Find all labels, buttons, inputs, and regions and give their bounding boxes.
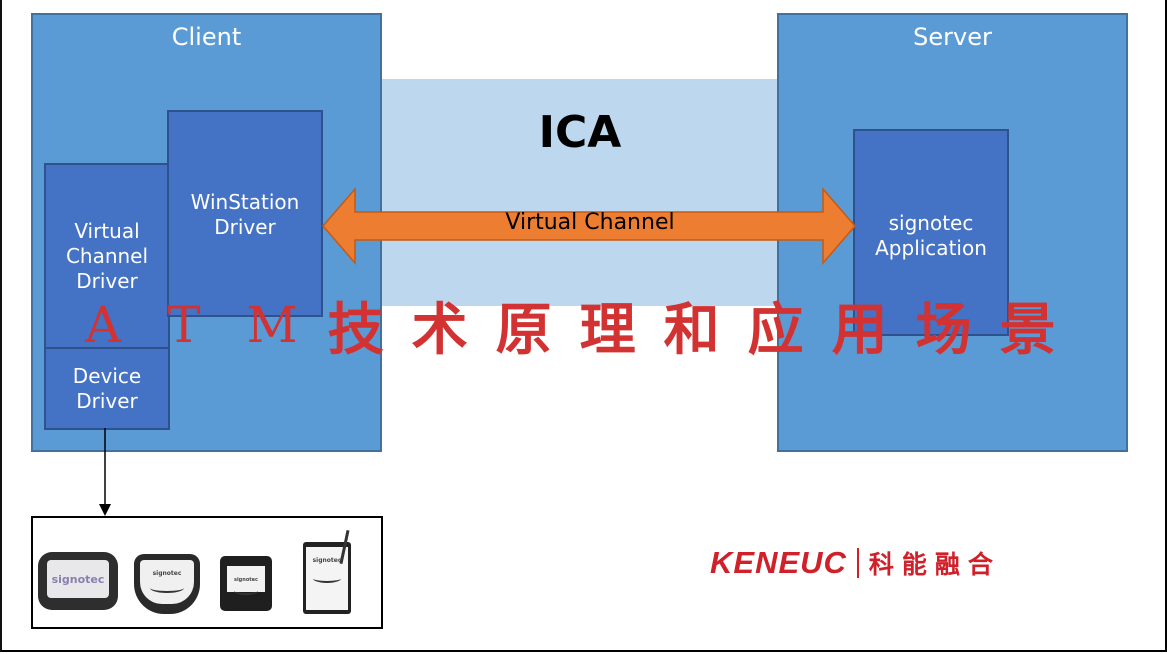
signotec-application-label: signotec Application xyxy=(875,211,987,260)
signature-tablet-device-4: signotec xyxy=(303,530,351,614)
virtual-channel-label-container: Virtual Channel xyxy=(320,0,860,260)
winstation-driver-box: WinStation Driver xyxy=(167,110,323,317)
overlay-title-char: 原 xyxy=(495,297,552,363)
overlay-title: A T M 技 术 原 理 和 应 用 场 景 xyxy=(85,290,1135,363)
signature-scribble-icon xyxy=(150,583,184,593)
overlay-title-char: 应 xyxy=(747,297,804,363)
signature-pad-device-3: signotec xyxy=(220,556,272,611)
virtual-channel-driver-label: Virtual Channel Driver xyxy=(65,219,149,293)
overlay-title-letter: A xyxy=(85,296,122,354)
device-brand-text: signotec xyxy=(152,570,182,577)
signature-pad-device-1: signotec xyxy=(38,552,118,610)
logo-chinese-text: 科能融合 xyxy=(868,550,1001,579)
overlay-title-letter: M xyxy=(246,296,298,354)
overlay-title-char: 理 xyxy=(579,297,636,363)
signature-pad-device-2: signotec xyxy=(134,554,200,614)
company-logo: KENEUC 科能融合 xyxy=(710,545,1001,580)
signature-devices-panel: signotec signotec signotec signotec xyxy=(31,516,383,629)
device-brand-text: signotec xyxy=(312,557,342,564)
device-brand-text: signotec xyxy=(51,572,105,586)
virtual-channel-label: Virtual Channel xyxy=(505,210,675,235)
signature-scribble-icon xyxy=(313,574,341,583)
device-screen: signotec xyxy=(47,560,109,598)
device-screen: signotec xyxy=(227,566,265,595)
arrow-head-icon xyxy=(99,504,111,516)
logo-english-text: KENEUC xyxy=(710,545,847,580)
overlay-title-char: 场 xyxy=(915,297,972,363)
device-connector-arrow xyxy=(99,428,111,516)
overlay-title-char: 技 xyxy=(327,297,384,363)
device-brand-text: signotec xyxy=(233,577,258,583)
signature-scribble-icon xyxy=(234,587,258,595)
overlay-title-char: 景 xyxy=(999,297,1056,363)
device-driver-label: Device Driver xyxy=(72,363,142,413)
overlay-title-char: 术 xyxy=(411,297,468,363)
overlay-title-char: 用 xyxy=(831,297,888,363)
overlay-title-char: 和 xyxy=(663,297,720,363)
logo-separator xyxy=(856,548,859,578)
winstation-driver-label: WinStation Driver xyxy=(190,190,300,239)
device-screen: signotec xyxy=(140,560,194,604)
overlay-title-letter: T xyxy=(167,296,201,354)
